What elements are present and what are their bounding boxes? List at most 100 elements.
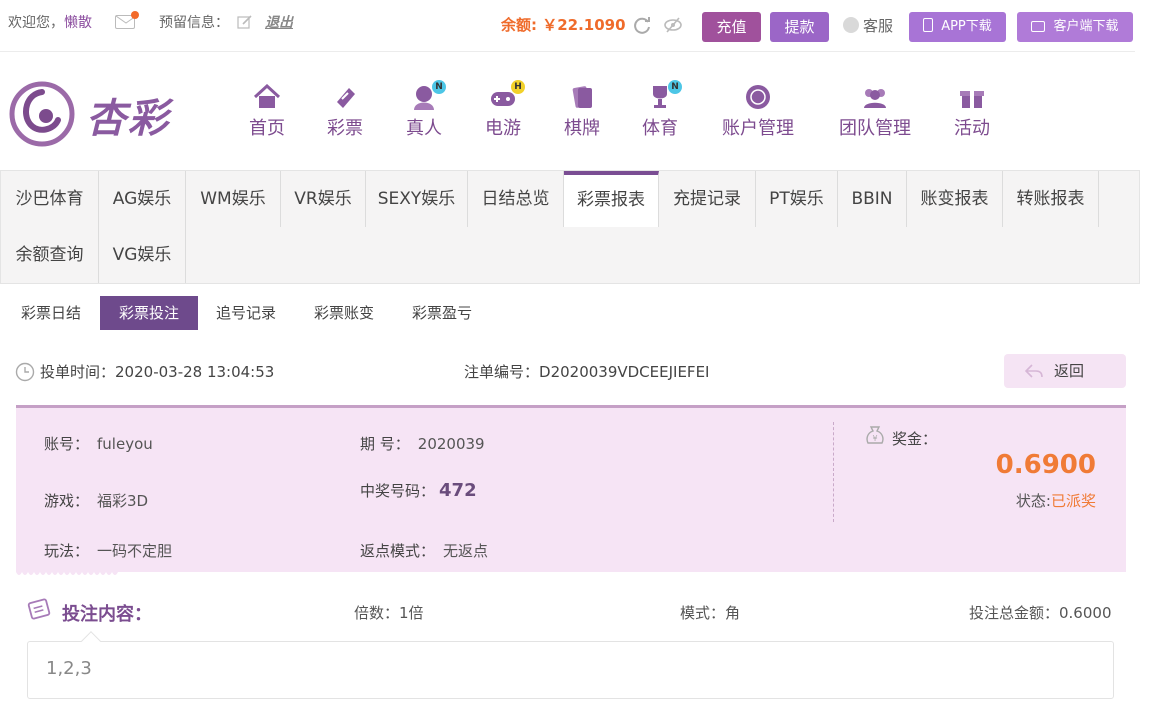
game-field: 游戏： 福彩3D: [44, 491, 148, 511]
nav-live[interactable]: N 真人: [404, 80, 446, 140]
nav-egame[interactable]: H 电游: [483, 80, 525, 140]
payout-status: 状态:已派奖: [1016, 490, 1096, 511]
nav-team-label: 团队管理: [839, 118, 911, 139]
issue-label: 期 号：: [360, 435, 410, 453]
nav-home[interactable]: 首页: [247, 84, 287, 140]
nav-account-label: 账户管理: [722, 118, 794, 139]
nav-activity-label: 活动: [954, 118, 990, 139]
order-time: 投单时间：2020-03-28 13:04:53: [40, 363, 274, 381]
nav-sports[interactable]: N 体育: [640, 80, 682, 140]
bet-slip-icon: [26, 598, 52, 622]
nav-account[interactable]: 账户管理: [719, 84, 797, 140]
winning-number-field: 中奖号码： 472: [360, 481, 477, 501]
clock-icon: [15, 362, 35, 382]
nav-sports-label: 体育: [642, 118, 678, 139]
account-icon: [742, 84, 774, 112]
account-label: 账号：: [44, 435, 90, 453]
tab-ag[interactable]: AG娱乐: [99, 171, 186, 227]
bet-total-amount: 投注总金额：0.6000: [969, 604, 1112, 622]
tab-vg[interactable]: VG娱乐: [99, 227, 186, 283]
order-id-value: D2020039VDCEEJIEFEI: [539, 363, 710, 381]
tab-account-change[interactable]: 账变报表: [907, 171, 1003, 227]
subtab-lottery-ledger[interactable]: 彩票账变: [301, 296, 387, 330]
live-dealer-icon: N: [408, 80, 446, 112]
client-download-button[interactable]: 客户端下载: [1017, 12, 1133, 42]
tab-saba-sports[interactable]: 沙巴体育: [1, 171, 99, 227]
nav-activity[interactable]: 活动: [952, 84, 992, 140]
subtab-lottery-pnl[interactable]: 彩票盈亏: [399, 296, 485, 330]
app-download-button[interactable]: APP下载: [909, 12, 1006, 42]
money-bag-icon: ¥: [864, 424, 886, 446]
order-time-label: 投单时间：: [40, 363, 116, 381]
winning-number-label: 中奖号码：: [360, 482, 436, 500]
logo-text: 杏彩: [86, 96, 170, 142]
logout-link[interactable]: 退出: [265, 14, 293, 32]
bet-content-box: 1,2,3: [27, 631, 1114, 699]
refresh-icon[interactable]: [632, 16, 652, 36]
bet-content-numbers: 1,2,3: [46, 658, 92, 679]
tab-daily-overview[interactable]: 日结总览: [468, 171, 564, 227]
hide-balance-icon[interactable]: [663, 16, 683, 34]
balance-display: 余额: ￥22.1090: [501, 16, 626, 34]
unread-dot: [131, 11, 139, 19]
recharge-button[interactable]: 充值: [702, 12, 761, 42]
reserve-info-label: 预留信息：: [159, 15, 229, 31]
content-box-notch: [81, 631, 101, 651]
back-label: 返回: [1054, 362, 1085, 380]
new-badge: N: [668, 80, 682, 94]
nav-chess[interactable]: 棋牌: [562, 84, 602, 140]
customer-service-link[interactable]: 客服: [843, 17, 893, 35]
bet-multiplier: 倍数：1倍: [354, 604, 424, 622]
service-avatar-icon: [843, 17, 859, 33]
issue-field: 期 号： 2020039: [360, 434, 485, 454]
prize-label: 奖金：: [892, 430, 938, 448]
nav-live-label: 真人: [406, 118, 442, 139]
rebate-value: 无返点: [443, 542, 489, 560]
report-tabs: 沙巴体育 AG娱乐 WM娱乐 VR娱乐 SEXY娱乐 日结总览 彩票报表 充提记…: [0, 170, 1140, 284]
game-value: 福彩3D: [97, 492, 149, 510]
subtab-lottery-daily[interactable]: 彩票日结: [8, 296, 94, 330]
status-label: 状态:: [1015, 492, 1051, 510]
tab-balance-query[interactable]: 余额查询: [1, 227, 99, 283]
back-arrow-icon: [1024, 364, 1043, 378]
tab-deposit-withdraw[interactable]: 充提记录: [659, 171, 756, 227]
top-bar: 欢迎您，懒散 预留信息： 退出 余额: ￥22.1090 充值 提款 客服 AP…: [0, 0, 1135, 52]
tab-vr[interactable]: VR娱乐: [281, 171, 366, 227]
withdraw-button[interactable]: 提款: [770, 12, 829, 42]
welcome-text: 欢迎您，懒散: [8, 14, 92, 32]
tab-sexy[interactable]: SEXY娱乐: [366, 171, 468, 227]
subtab-chase-records[interactable]: 追号记录: [203, 296, 289, 330]
back-button[interactable]: 返回: [1004, 354, 1126, 388]
nav-team[interactable]: 团队管理: [836, 84, 914, 140]
account-field: 账号： fuleyou: [44, 434, 153, 454]
nav-lottery-label: 彩票: [327, 118, 363, 139]
nav-chess-label: 棋牌: [564, 118, 600, 139]
tab-pt[interactable]: PT娱乐: [756, 171, 838, 227]
home-icon: [251, 84, 283, 112]
mail-icon[interactable]: [115, 11, 139, 29]
order-time-value: 2020-03-28 13:04:53: [115, 363, 275, 381]
tab-transfer-report[interactable]: 转账报表: [1003, 171, 1099, 227]
cards-icon: [566, 84, 598, 112]
hot-badge: H: [511, 80, 525, 94]
new-badge: N: [432, 80, 446, 94]
issue-value: 2020039: [417, 435, 485, 453]
panel-divider: [833, 422, 834, 522]
username[interactable]: 懒散: [64, 15, 92, 31]
tab-wm[interactable]: WM娱乐: [186, 171, 281, 227]
site-logo[interactable]: 杏彩: [8, 80, 183, 148]
status-value: 已派奖: [1050, 492, 1096, 510]
app-download-label: APP下载: [941, 19, 992, 34]
rebate-field: 返点模式： 无返点: [360, 541, 488, 561]
tab-lottery-report[interactable]: 彩票报表: [564, 171, 659, 227]
nav-home-label: 首页: [249, 118, 285, 139]
subtab-lottery-bets[interactable]: 彩票投注: [100, 296, 198, 330]
team-icon: [859, 84, 891, 112]
edit-icon[interactable]: [237, 14, 253, 30]
bet-content-title: 投注内容：: [62, 604, 152, 625]
lottery-icon: [329, 84, 361, 112]
trophy-icon: N: [644, 80, 682, 112]
nav-egame-label: 电游: [485, 118, 521, 139]
tab-bbin[interactable]: BBIN: [838, 171, 907, 227]
nav-lottery[interactable]: 彩票: [325, 84, 365, 140]
